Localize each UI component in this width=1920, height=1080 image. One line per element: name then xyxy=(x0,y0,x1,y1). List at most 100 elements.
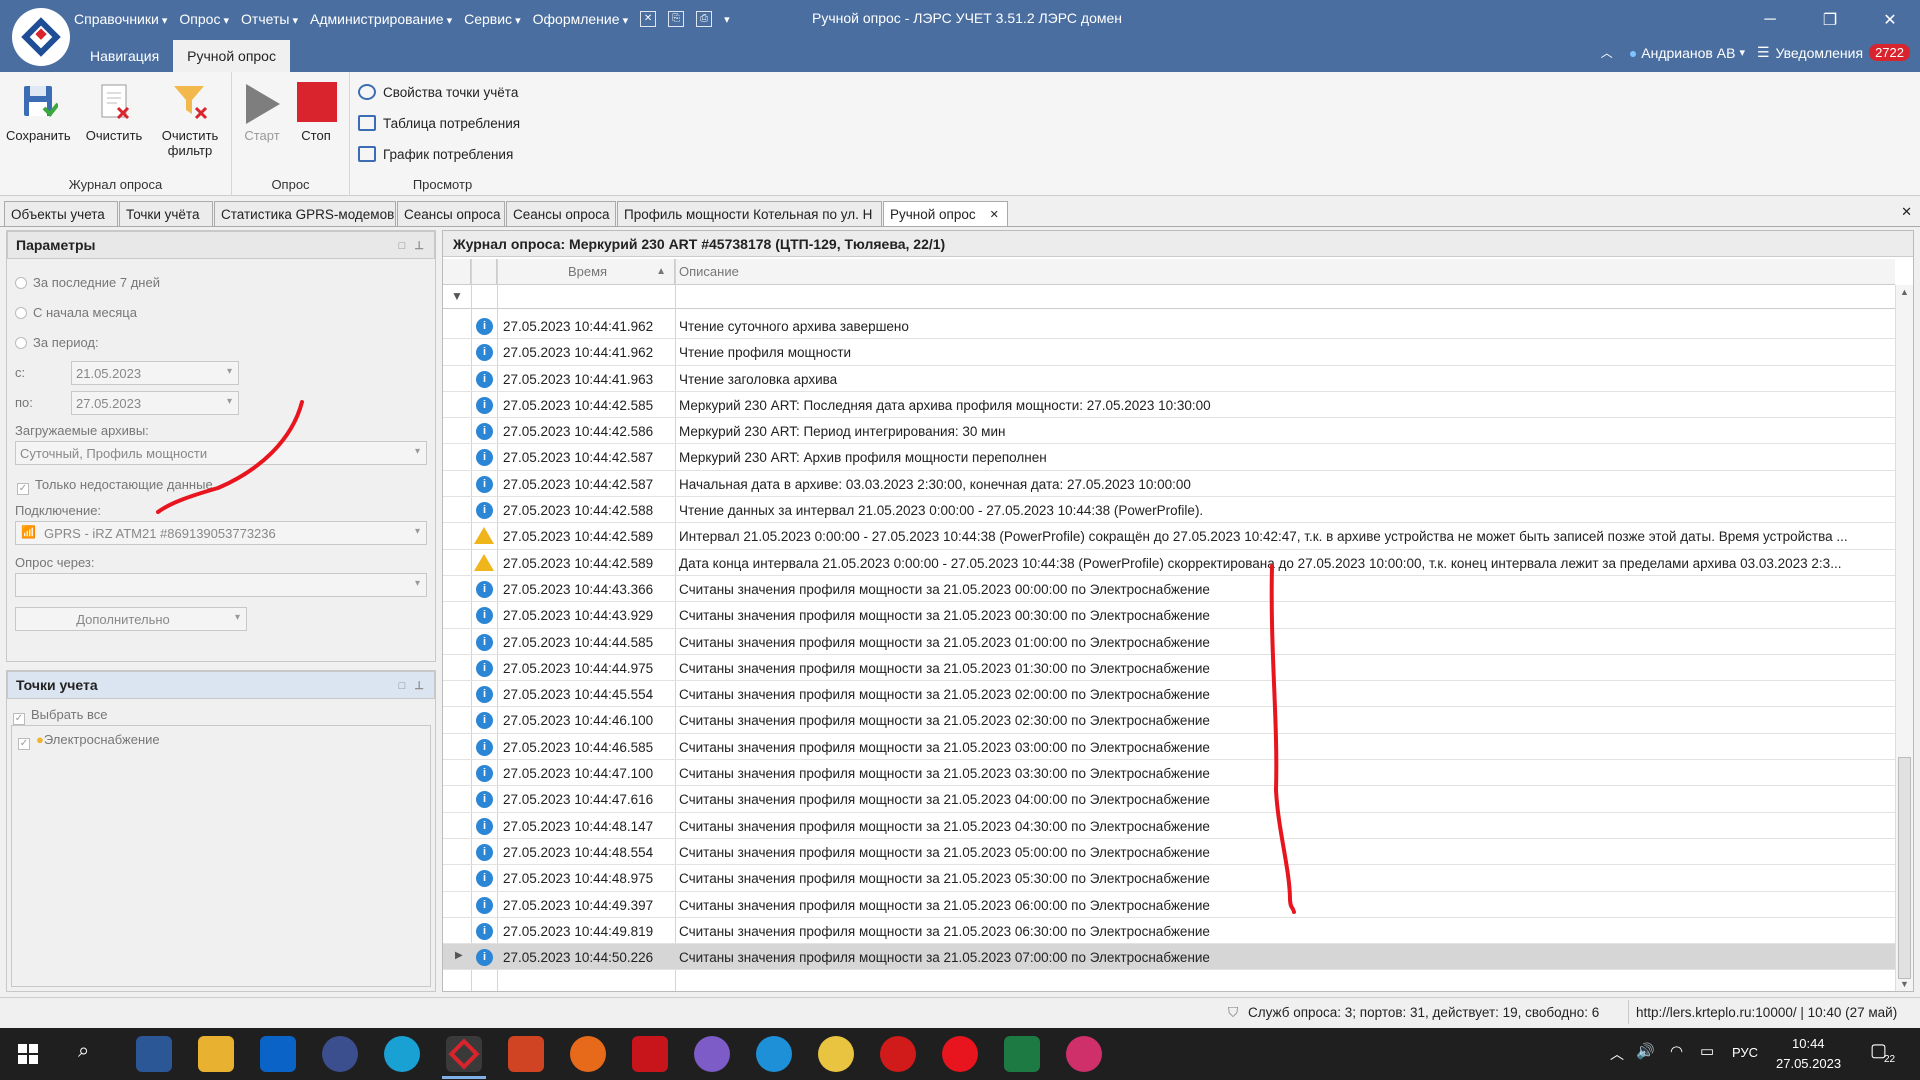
windows-start-icon[interactable] xyxy=(18,1044,38,1064)
clock-date[interactable]: 27.05.2023 xyxy=(1776,1056,1841,1071)
tab-objects[interactable]: Объекты учета xyxy=(4,201,118,226)
edge-icon[interactable] xyxy=(384,1036,420,1072)
archives-select[interactable]: Суточный, Профиль мощности xyxy=(15,441,427,465)
table-row[interactable]: i 27.05.2023 10:44:49.819 Считаны значения… xyxy=(443,918,1895,945)
menu-appearance[interactable]: Оформление xyxy=(533,11,628,27)
restore-button[interactable]: ❐ xyxy=(1800,0,1860,40)
clear-button[interactable]: Очистить xyxy=(82,82,146,143)
server-status[interactable]: http://lers.krteplo.ru:10000/ | 10:40 (2… xyxy=(1636,1005,1897,1020)
print-icon[interactable]: ⎙ xyxy=(696,11,713,27)
minimize-button[interactable]: ─ xyxy=(1740,0,1800,40)
tab-manual-poll-doc[interactable]: Ручной опрос ✕ xyxy=(883,201,1008,226)
excel-export-icon[interactable]: ✕ xyxy=(640,11,657,27)
pin-icon[interactable]: □ ⊥ xyxy=(399,679,424,692)
user-dropdown-icon[interactable]: ▾ xyxy=(1739,46,1745,59)
filter-icon[interactable]: ▼ xyxy=(451,289,463,303)
poll-via-select[interactable] xyxy=(15,573,427,597)
table-row[interactable]: i 27.05.2023 10:44:44.975 Считаны значения… xyxy=(443,655,1895,682)
tab-manual-poll[interactable]: Ручной опрос xyxy=(173,40,290,72)
lers-app-icon[interactable] xyxy=(446,1036,482,1072)
table-row[interactable]: i 27.05.2023 10:44:43.929 Считаны значения… xyxy=(443,602,1895,629)
consumption-table-button[interactable]: Таблица потребления xyxy=(358,115,520,131)
option-period[interactable]: За период: xyxy=(15,335,99,350)
drop-app-icon[interactable] xyxy=(1066,1036,1102,1072)
pin-icon[interactable]: □ ⊥ xyxy=(399,239,424,252)
table-row[interactable]: i 27.05.2023 10:44:48.147 Считаны значения… xyxy=(443,813,1895,839)
collapse-ribbon-icon[interactable]: ︿ xyxy=(1601,44,1613,61)
consumption-chart-button[interactable]: График потребления xyxy=(358,146,513,162)
outlook-icon[interactable] xyxy=(260,1036,296,1072)
table-row[interactable]: i 27.05.2023 10:44:49.397 Считаны значения… xyxy=(443,892,1895,918)
table-row[interactable]: i 27.05.2023 10:44:45.554 Считаны значения… xyxy=(443,681,1895,708)
tab-power-profile[interactable]: Профиль мощности Котельная по ул. Н xyxy=(617,201,882,226)
chrome-icon[interactable] xyxy=(818,1036,854,1072)
from-date-input[interactable]: 21.05.2023 xyxy=(71,361,239,385)
table-row[interactable]: i 27.05.2023 10:44:48.554 Считаны значения… xyxy=(443,839,1895,866)
select-all-checkbox[interactable]: ✓ Выбрать все xyxy=(13,707,107,725)
tab-navigation[interactable]: Навигация xyxy=(76,40,173,72)
menu-service[interactable]: Сервис xyxy=(464,11,521,27)
viber-icon[interactable] xyxy=(694,1036,730,1072)
table-row[interactable]: i 27.05.2023 10:44:44.585 Считаны значения… xyxy=(443,629,1895,655)
menu-poll[interactable]: Опрос xyxy=(179,11,229,27)
scroll-down-icon[interactable]: ▼ xyxy=(1900,979,1909,989)
more-button[interactable]: Дополнительно xyxy=(15,607,247,631)
powerpoint-icon[interactable] xyxy=(508,1036,544,1072)
close-tab-icon[interactable]: ✕ xyxy=(990,208,999,221)
table-row[interactable]: ▶ i 27.05.2023 10:44:50.226 Считаны значени… xyxy=(443,944,1895,971)
table-row[interactable]: i 27.05.2023 10:44:42.587 Начальная дата в… xyxy=(443,471,1895,498)
table-row[interactable]: 27.05.2023 10:44:42.589 Интервал 21.05.20… xyxy=(443,523,1895,550)
table-row[interactable]: 27.05.2023 10:44:42.589 Дата конца интерв… xyxy=(443,550,1895,576)
language-indicator[interactable]: РУС xyxy=(1732,1045,1758,1060)
close-all-tabs-icon[interactable]: ✕ xyxy=(1901,204,1912,220)
firefox-icon[interactable] xyxy=(570,1036,606,1072)
browser-icon[interactable] xyxy=(322,1036,358,1072)
scroll-up-icon[interactable]: ▲ xyxy=(1900,287,1909,297)
table-row[interactable]: i 27.05.2023 10:44:47.100 Считаны значения… xyxy=(443,760,1895,787)
table-row[interactable]: i 27.05.2023 10:44:46.100 Считаны значения… xyxy=(443,707,1895,734)
col-description[interactable]: Описание xyxy=(675,259,1895,285)
copy-icon[interactable]: ⎘ xyxy=(668,11,685,27)
acrobat-icon[interactable] xyxy=(632,1036,668,1072)
table-row[interactable]: i 27.05.2023 10:44:41.962 Чтение суточного… xyxy=(443,313,1895,340)
col-time[interactable]: Время ▲ xyxy=(497,259,675,285)
table-row[interactable]: i 27.05.2023 10:44:43.366 Считаны значения… xyxy=(443,576,1895,603)
opera-icon[interactable] xyxy=(880,1036,916,1072)
table-row[interactable]: i 27.05.2023 10:44:46.585 Считаны значения… xyxy=(443,734,1895,761)
connection-select[interactable]: GPRS - iRZ ATM21 #869139053773236 xyxy=(15,521,427,545)
to-date-input[interactable]: 27.05.2023 xyxy=(71,391,239,415)
table-row[interactable]: i 27.05.2023 10:44:41.962 Чтение профиля м… xyxy=(443,339,1895,366)
close-window-button[interactable]: ✕ xyxy=(1860,0,1920,40)
volume-icon[interactable]: 🔊 xyxy=(1636,1042,1655,1060)
word-icon[interactable] xyxy=(136,1036,172,1072)
tab-poll-sessions-1[interactable]: Сеансы опроса xyxy=(397,201,505,226)
internet-explorer-icon[interactable] xyxy=(756,1036,792,1072)
point-electricity[interactable]: ✓ ●Электроснабжение xyxy=(18,732,160,750)
table-row[interactable]: i 27.05.2023 10:44:47.616 Считаны значения… xyxy=(443,786,1895,813)
file-explorer-icon[interactable] xyxy=(198,1036,234,1072)
notifications-label[interactable]: Уведомления xyxy=(1776,45,1864,61)
app-logo[interactable] xyxy=(12,8,70,66)
table-row[interactable]: i 27.05.2023 10:44:42.585 Меркурий 230 ART… xyxy=(443,392,1895,419)
clock-time[interactable]: 10:44 xyxy=(1792,1036,1825,1051)
menu-reports[interactable]: Отчеты xyxy=(241,11,298,27)
excel-icon[interactable] xyxy=(1004,1036,1040,1072)
tab-poll-sessions-2[interactable]: Сеансы опроса xyxy=(506,201,616,226)
scrollbar-thumb[interactable] xyxy=(1898,757,1911,979)
menu-directories[interactable]: Справочники xyxy=(74,11,167,27)
quick-access-dropdown-icon[interactable]: ▾ xyxy=(724,13,730,26)
table-row[interactable]: i 27.05.2023 10:44:41.963 Чтение заголовка… xyxy=(443,366,1895,392)
tray-chevron-icon[interactable]: ︿ xyxy=(1610,1044,1624,1064)
save-button[interactable]: Сохранить xyxy=(6,82,71,143)
table-row[interactable]: i 27.05.2023 10:44:42.588 Чтение данных за… xyxy=(443,497,1895,524)
option-last-7-days[interactable]: За последние 7 дней xyxy=(15,275,160,290)
user-name[interactable]: Андрианов АВ xyxy=(1641,45,1735,61)
wifi-icon[interactable]: ◠ xyxy=(1670,1042,1683,1060)
clear-filter-button[interactable]: Очистить фильтр xyxy=(158,82,222,158)
search-icon[interactable]: ⌕ xyxy=(78,1040,89,1063)
battery-icon[interactable]: ▭ xyxy=(1700,1042,1714,1060)
table-row[interactable]: i 27.05.2023 10:44:48.975 Считаны значения… xyxy=(443,865,1895,892)
table-row[interactable]: i 27.05.2023 10:44:42.587 Меркурий 230 ART… xyxy=(443,444,1895,471)
yandex-icon[interactable] xyxy=(942,1036,978,1072)
menu-admin[interactable]: Администрирование xyxy=(310,11,452,27)
